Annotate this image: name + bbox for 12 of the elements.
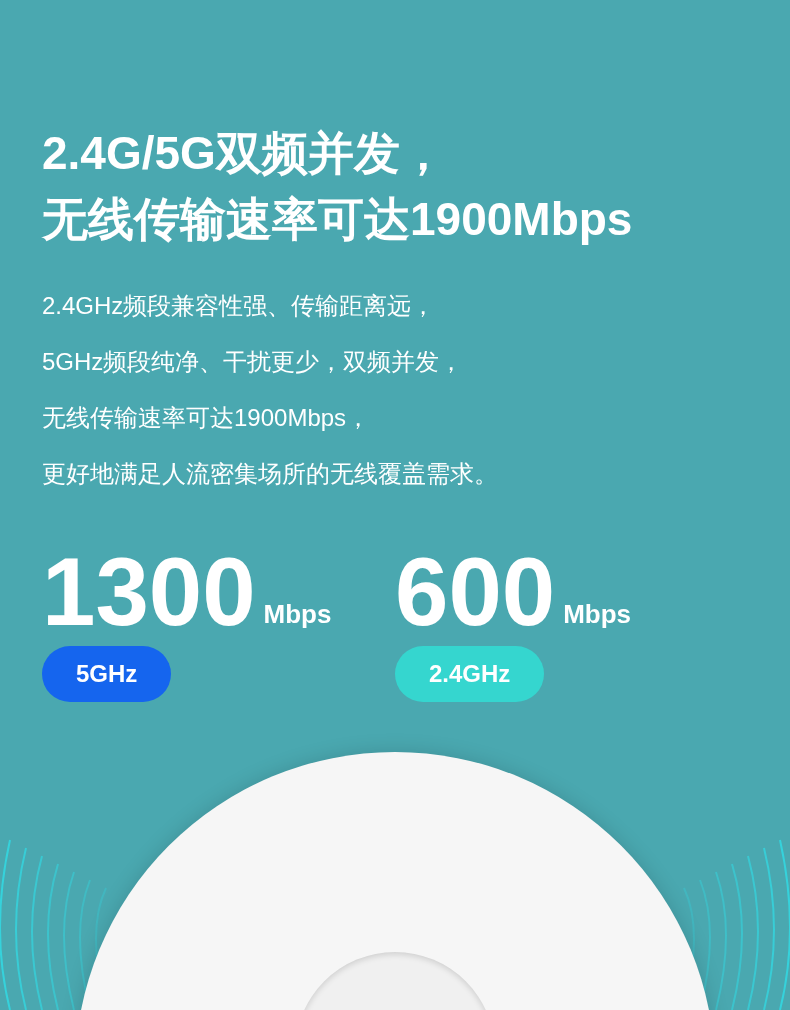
description-line: 更好地满足人流密集场所的无线覆盖需求。 [42, 459, 499, 489]
band-badge: 2.4GHz [395, 646, 545, 702]
speed-unit: Mbps [563, 598, 632, 631]
speed-value: 600 [395, 542, 556, 642]
description-line: 无线传输速率可达1900Mbps， [42, 403, 372, 433]
description-line: 2.4GHz频段兼容性强、传输距离远， [42, 291, 437, 321]
speed-unit: Mbps [263, 598, 332, 631]
speed-value: 1300 [42, 542, 256, 642]
headline: 无线传输速率可达1900Mbps [42, 192, 634, 247]
headline: 2.4G/5G双频并发， [42, 126, 447, 181]
description-line: 5GHz频段纯净、干扰更少，双频并发， [42, 347, 465, 377]
band-badge: 5GHz [42, 646, 172, 702]
